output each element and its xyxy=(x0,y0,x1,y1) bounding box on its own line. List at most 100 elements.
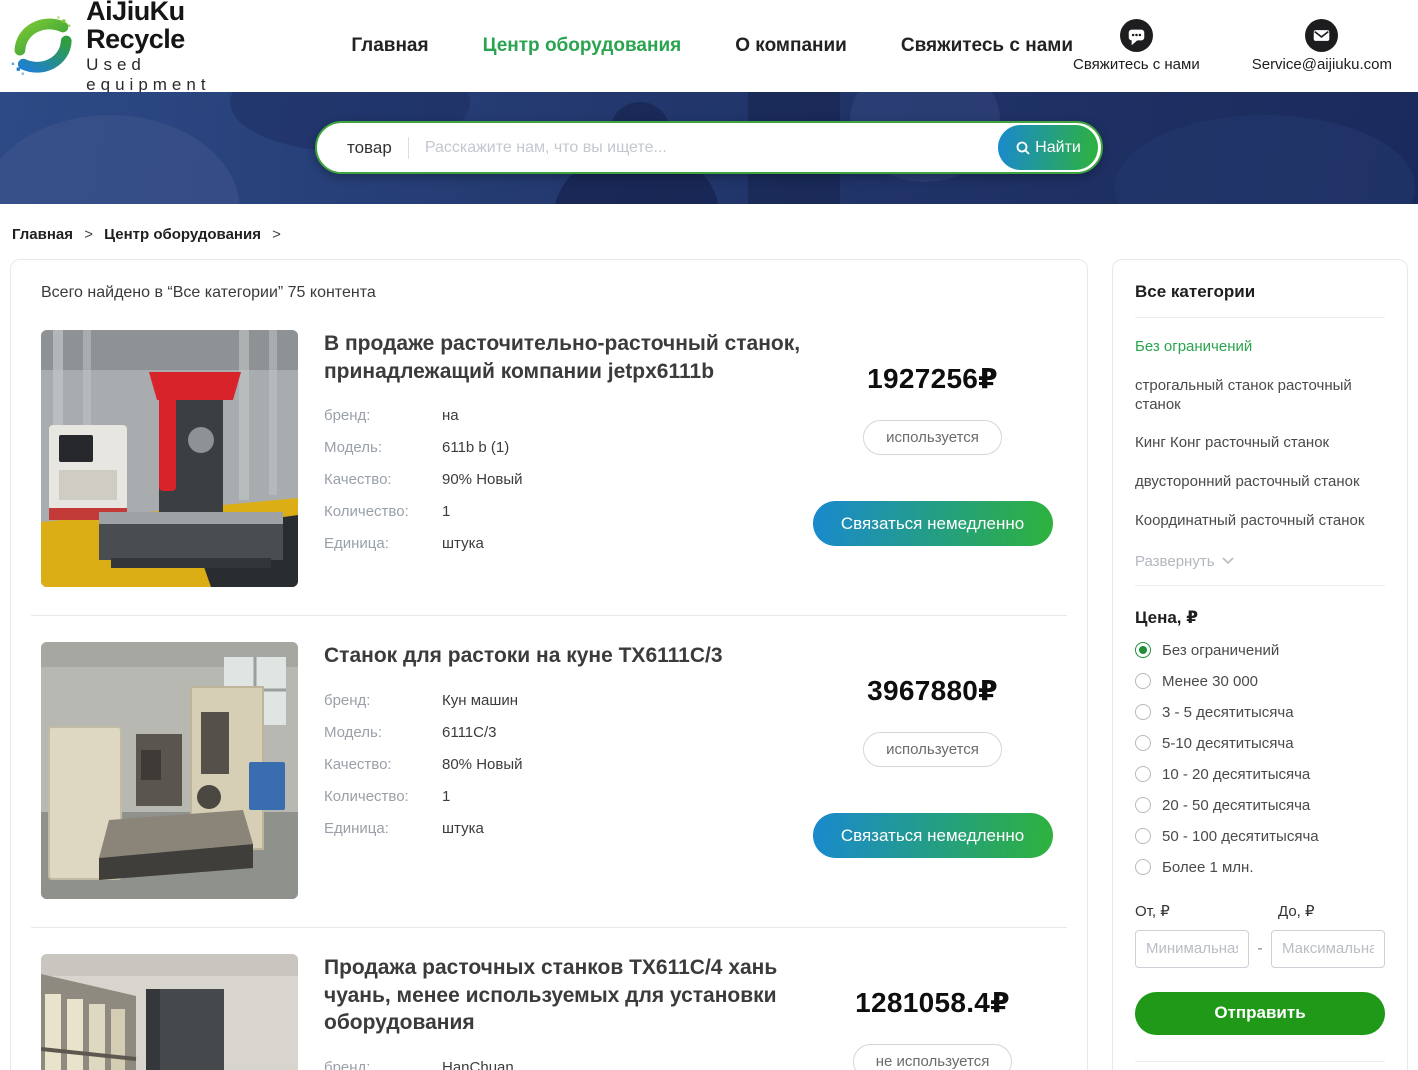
nav-contact[interactable]: Свяжитесь с нами xyxy=(901,35,1073,57)
radio[interactable] xyxy=(1135,828,1151,844)
price-option-label: Менее 30 000 xyxy=(1162,673,1258,690)
product-actions: 1281058.4₽ не используется xyxy=(808,954,1057,1070)
contact-now-button[interactable]: Связаться немедленно xyxy=(813,501,1053,546)
spec-label: Модель: xyxy=(324,439,442,456)
price-filter-title: Цена, ₽ xyxy=(1135,608,1385,628)
product-title[interactable]: Продажа расточных станков ТХ611С/4 хань … xyxy=(324,954,808,1037)
price-to-label: До, ₽ xyxy=(1278,902,1315,920)
min-price-input[interactable] xyxy=(1135,930,1249,968)
product-specs: бренд:Кун машин Модель:6111С/3 Качество:… xyxy=(324,692,808,837)
price-option-3-5[interactable]: 3 - 5 десятитысяча xyxy=(1135,704,1385,721)
price-option-label: 5-10 десятитысяча xyxy=(1162,735,1294,752)
product-image-old-workshop[interactable] xyxy=(41,954,298,1070)
price-option-10-20[interactable]: 10 - 20 десятитысяча xyxy=(1135,766,1385,783)
category-no-limit[interactable]: Без ограничений xyxy=(1135,338,1385,357)
envelope-icon xyxy=(1305,19,1338,52)
product-info: В продаже расточительно-расточный станок… xyxy=(324,330,808,587)
category-planer-boring[interactable]: строгальный станок расточный станок xyxy=(1135,377,1385,415)
product-row-3: Продажа расточных станков ТХ611С/4 хань … xyxy=(31,927,1067,1070)
spec-value: 90% Новый xyxy=(442,471,523,488)
price-option-over-1m[interactable]: Более 1 млн. xyxy=(1135,859,1385,876)
search-button[interactable]: Найти xyxy=(998,125,1098,170)
price-range-inputs: - xyxy=(1135,930,1385,968)
spec-value: 1 xyxy=(442,503,450,520)
price-option-label: Более 1 млн. xyxy=(1162,859,1254,876)
price-option-label: 50 - 100 десятитысяча xyxy=(1162,828,1319,845)
expand-categories[interactable]: Развернуть xyxy=(1135,553,1385,570)
search-bar: товар Найти xyxy=(315,121,1103,174)
contact-now-button[interactable]: Связаться немедленно xyxy=(813,813,1053,858)
spec-label: Модель: xyxy=(324,724,442,741)
submit-filter-button[interactable]: Отправить xyxy=(1135,992,1385,1035)
expand-label: Развернуть xyxy=(1135,553,1215,570)
radio-selected[interactable] xyxy=(1135,642,1151,658)
breadcrumb-equipment-center[interactable]: Центр оборудования xyxy=(104,226,261,243)
product-image-red-boring-machine[interactable] xyxy=(41,330,298,587)
categories-title: Все категории xyxy=(1135,282,1385,302)
spec-label: Единица: xyxy=(324,535,442,552)
category-king-kong-boring[interactable]: Кинг Конг расточный станок xyxy=(1135,434,1385,453)
spec-value: 1 xyxy=(442,788,450,805)
price-option-50-100[interactable]: 50 - 100 десятитысяча xyxy=(1135,828,1385,845)
product-row-1: В продаже расточительно-расточный станок… xyxy=(31,304,1067,615)
recycle-swirl-icon xyxy=(10,11,76,81)
price-option-20-50[interactable]: 20 - 50 десятитысяча xyxy=(1135,797,1385,814)
contact-email-label: Service@aijiuku.com xyxy=(1252,56,1392,73)
breadcrumb-home[interactable]: Главная xyxy=(12,226,73,243)
nav-equipment-center[interactable]: Центр оборудования xyxy=(483,35,682,57)
price-option-no-limit[interactable]: Без ограничений xyxy=(1135,642,1385,659)
breadcrumb-separator: > xyxy=(272,226,281,243)
nav-home[interactable]: Главная xyxy=(351,35,428,57)
filter-sidebar: Все категории Без ограничений строгальны… xyxy=(1112,259,1408,1070)
product-actions: 1927256₽ используется Связаться немедлен… xyxy=(808,330,1057,587)
radio[interactable] xyxy=(1135,704,1151,720)
category-coordinate-boring[interactable]: Координатный расточный станок xyxy=(1135,512,1385,531)
max-price-input[interactable] xyxy=(1271,930,1385,968)
condition-badge: не используется xyxy=(853,1044,1013,1070)
product-info: Станок для растоки на куне ТХ6111С/3 бре… xyxy=(324,642,808,899)
spec-label: Качество: xyxy=(324,756,442,773)
category-double-sided-boring[interactable]: двусторонний расточный станок xyxy=(1135,473,1385,492)
spec-label: бренд: xyxy=(324,692,442,709)
search-divider xyxy=(408,137,409,159)
radio[interactable] xyxy=(1135,766,1151,782)
price-option-5-10[interactable]: 5-10 десятитысяча xyxy=(1135,735,1385,752)
product-price: 1927256₽ xyxy=(867,362,998,395)
spec-label: Количество: xyxy=(324,503,442,520)
product-image-beige-boring-machine[interactable] xyxy=(41,642,298,899)
spec-label: Количество: xyxy=(324,788,442,805)
search-category-selector[interactable]: товар xyxy=(347,138,392,158)
spec-label: Качество: xyxy=(324,471,442,488)
spec-value: 6111С/3 xyxy=(442,724,497,741)
range-dash: - xyxy=(1249,940,1271,958)
divider xyxy=(1135,317,1385,318)
price-range-labels: От, ₽ До, ₽ xyxy=(1135,902,1385,920)
nav-about[interactable]: О компании xyxy=(735,35,847,57)
price-from-label: От, ₽ xyxy=(1135,902,1278,920)
spec-value: 80% Новый xyxy=(442,756,523,773)
price-option-label: 10 - 20 десятитысяча xyxy=(1162,766,1310,783)
spec-value: 611b b (1) xyxy=(442,439,509,456)
product-actions: 3967880₽ используется Связаться немедлен… xyxy=(808,642,1057,899)
radio[interactable] xyxy=(1135,735,1151,751)
breadcrumb-separator: > xyxy=(84,226,93,243)
search-input[interactable] xyxy=(425,139,998,157)
divider xyxy=(1135,585,1385,586)
product-row-2: Станок для растоки на куне ТХ6111С/3 бре… xyxy=(31,615,1067,927)
price-option-under-30000[interactable]: Менее 30 000 xyxy=(1135,673,1385,690)
contact-chat[interactable]: Свяжитесь с нами xyxy=(1073,19,1200,73)
spec-value: HanChuan xyxy=(442,1059,514,1070)
radio[interactable] xyxy=(1135,859,1151,875)
brand-logo[interactable]: AiJiuKu Recycle Used equipment xyxy=(10,0,259,95)
chevron-down-icon xyxy=(1222,557,1234,565)
spec-value: штука xyxy=(442,820,484,837)
product-title[interactable]: Станок для растоки на куне ТХ6111С/3 xyxy=(324,642,808,670)
radio[interactable] xyxy=(1135,797,1151,813)
contact-email[interactable]: Service@aijiuku.com xyxy=(1252,19,1392,73)
header-contacts: Свяжитесь с нами Service@aijiuku.com xyxy=(1073,19,1400,73)
chat-bubble-icon xyxy=(1120,19,1153,52)
price-option-label: 20 - 50 десятитысяча xyxy=(1162,797,1310,814)
spec-value: Кун машин xyxy=(442,692,518,709)
radio[interactable] xyxy=(1135,673,1151,689)
product-title[interactable]: В продаже расточительно-расточный станок… xyxy=(324,330,808,385)
